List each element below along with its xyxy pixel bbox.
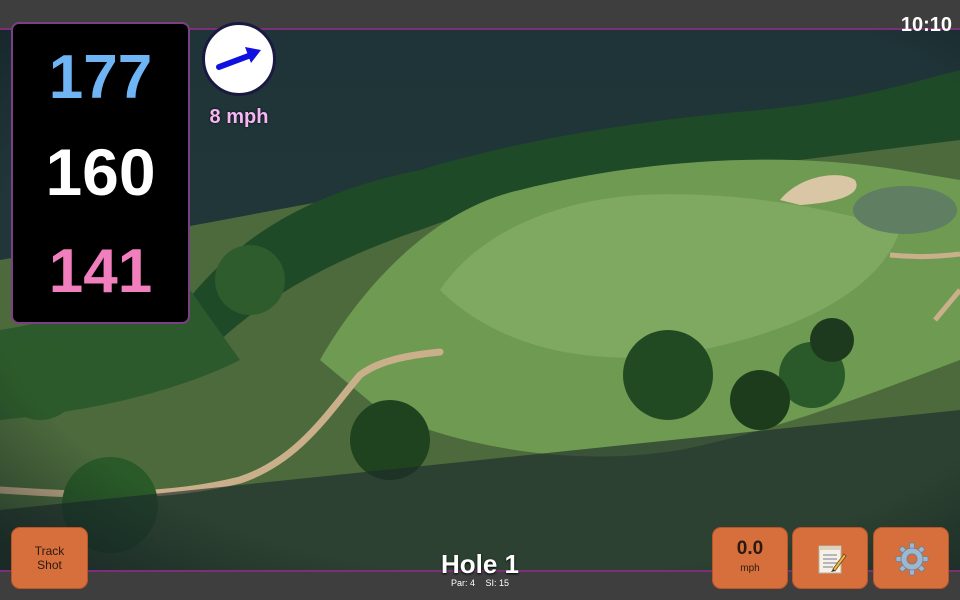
clock-time: 10:10	[900, 14, 952, 36]
gear-icon	[895, 542, 929, 576]
track-shot-button[interactable]: Track Shot	[11, 527, 88, 589]
notes-button[interactable]	[792, 527, 868, 589]
speed-value: 0.0	[736, 538, 764, 559]
back-of-green-yardage: 177	[48, 43, 153, 112]
speed-button[interactable]: 0.0 mph	[712, 527, 788, 589]
hole-info: Hole 1 Par: 4 SI: 15	[380, 550, 580, 588]
wind-speed-label: 8 mph	[209, 106, 269, 128]
golf-gps-screen: 10:10 177 160 141 8 mph Track Shot Hole …	[0, 0, 960, 600]
speed-unit: mph	[740, 563, 760, 574]
yardage-panel: 177 160 141	[11, 22, 190, 324]
front-of-green-yardage: 141	[48, 237, 153, 306]
middle-of-green-yardage: 160	[45, 135, 156, 209]
wind-direction-arrow-icon	[216, 47, 261, 70]
notepad-icon	[818, 545, 847, 574]
hole-details: Par: 4 SI: 15	[380, 578, 580, 588]
track-shot-label-line2: Shot	[37, 558, 62, 572]
hole-par: Par: 4	[450, 578, 475, 588]
settings-button[interactable]	[873, 527, 949, 589]
hole-title: Hole 1	[440, 549, 520, 579]
wind-direction-dial	[202, 22, 276, 96]
hole-stroke-index: SI: 15	[485, 578, 510, 588]
track-shot-label-line1: Track	[34, 544, 65, 558]
